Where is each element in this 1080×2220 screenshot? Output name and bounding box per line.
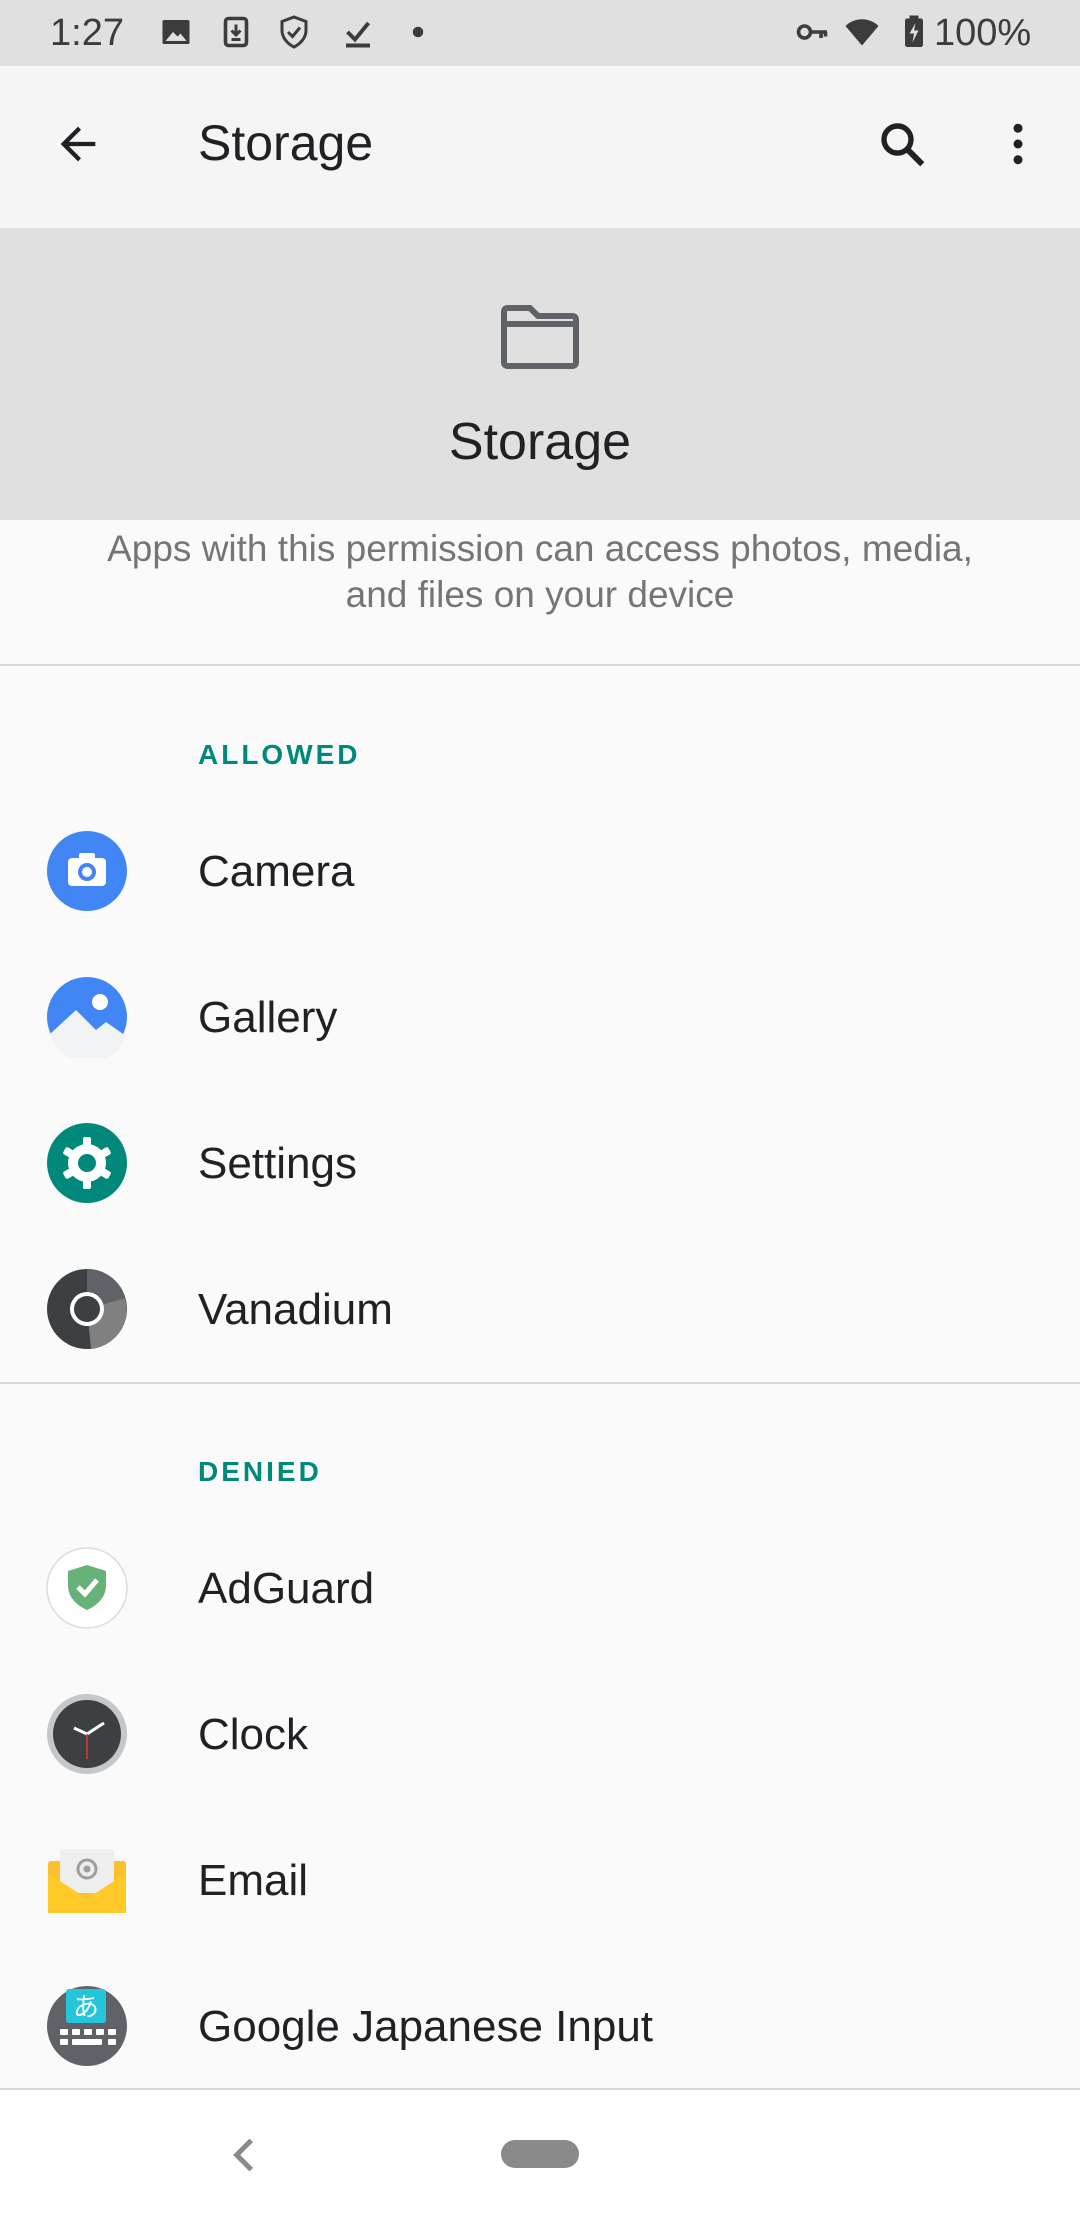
vpn-key-icon: [796, 24, 828, 40]
header-title: Storage: [448, 413, 632, 471]
section-label-allowed: ALLOWED: [198, 739, 361, 770]
check-download-icon: [346, 21, 371, 48]
arrow-back-icon: [60, 126, 96, 162]
email-app-icon: [48, 1849, 126, 1913]
app-label: AdGuard: [198, 1564, 375, 1613]
image-icon: [162, 20, 190, 44]
adguard-app-icon: [46, 1547, 128, 1629]
divider: [0, 664, 1080, 666]
gallery-app-icon: [47, 977, 127, 1058]
wifi-icon: [845, 19, 879, 46]
app-row-clock[interactable]: Clock: [0, 1661, 1080, 1807]
section-label-denied: DENIED: [198, 1456, 322, 1487]
app-row-adguard[interactable]: AdGuard: [0, 1515, 1080, 1661]
folder-icon: [501, 305, 579, 369]
app-label: Gallery: [198, 993, 338, 1042]
japanese-input-glyph: あ: [73, 1993, 99, 2023]
more-vert-icon: [1013, 123, 1023, 165]
nav-home-button[interactable]: [501, 2140, 579, 2168]
app-label: Email: [198, 1856, 309, 1905]
more-options-button[interactable]: [976, 102, 1060, 186]
vanadium-app-icon: [47, 1269, 127, 1349]
divider: [0, 1382, 1080, 1384]
download-icon: [223, 16, 249, 48]
app-row-gallery[interactable]: Gallery: [0, 944, 1080, 1090]
app-row-settings[interactable]: Settings: [0, 1090, 1080, 1236]
app-row-vanadium[interactable]: Vanadium: [0, 1236, 1080, 1382]
app-label: Settings: [198, 1139, 357, 1188]
app-row-camera[interactable]: Camera: [0, 798, 1080, 944]
page-title: Storage: [198, 115, 374, 171]
search-icon: [881, 123, 925, 167]
app-label: Camera: [198, 847, 355, 896]
settings-app-icon: [47, 1123, 127, 1203]
permission-header: [0, 228, 1080, 520]
permission-description: Apps with this permission can access pho…: [107, 528, 973, 615]
shield-icon: [280, 15, 308, 49]
search-button[interactable]: [860, 102, 944, 186]
dot-icon: [412, 26, 424, 38]
app-label: Clock: [198, 1710, 309, 1759]
camera-app-icon: [47, 831, 127, 911]
japanese-input-app-icon: あ: [47, 1986, 127, 2066]
app-label: Google Japanese Input: [198, 2002, 654, 2051]
status-time: 1:27: [50, 12, 124, 54]
back-button[interactable]: [36, 102, 120, 186]
app-row-email[interactable]: Email: [0, 1807, 1080, 1953]
nav-back-button[interactable]: [220, 2130, 270, 2180]
battery-percent: 100%: [934, 12, 1032, 54]
battery-icon: [905, 15, 923, 47]
clock-app-icon: [47, 1694, 127, 1774]
app-row-google-japanese-input[interactable]: あ Google Japanese Input: [0, 1953, 1080, 2099]
app-label: Vanadium: [198, 1285, 393, 1334]
